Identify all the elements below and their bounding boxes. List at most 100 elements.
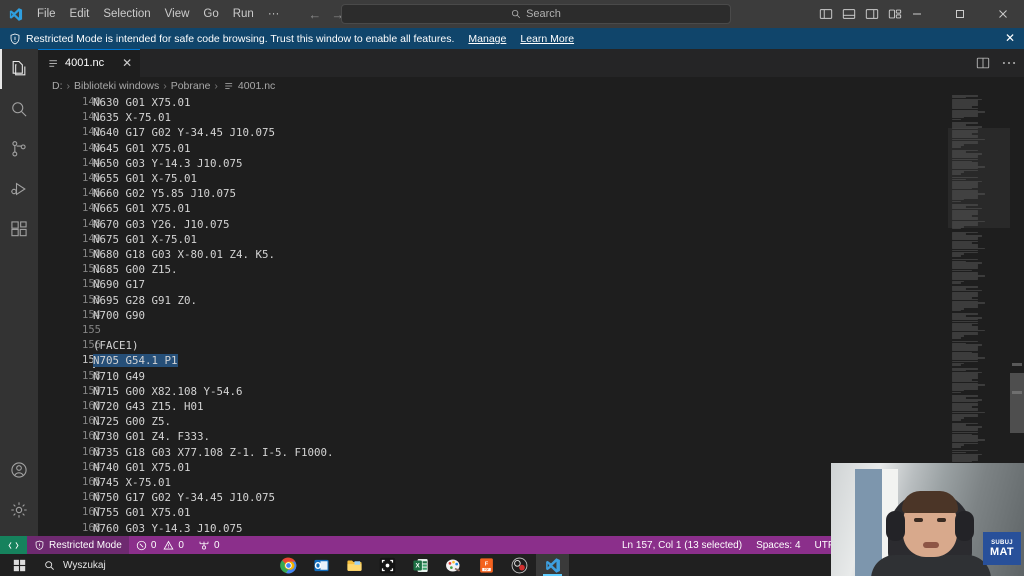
excel-icon[interactable]: X	[404, 554, 437, 576]
code-line[interactable]: 141 N635 X-75.01	[38, 110, 948, 125]
code-line[interactable]: 159 N715 G00 X82.108 Y-54.6	[38, 384, 948, 399]
obs-icon[interactable]	[503, 554, 536, 576]
breadcrumb-item-folder1[interactable]: Biblioteki windows	[74, 80, 159, 92]
code-lines[interactable]: 140 N630 G01 X75.01 141 N635 X-75.01 142 N640…	[38, 95, 948, 536]
vscode-icon[interactable]	[536, 554, 569, 576]
code-line[interactable]: 161 N725 G00 Z5.	[38, 414, 948, 429]
foxit-pdf-icon[interactable]: F PDF	[470, 554, 503, 576]
line-text[interactable]: N635 X-75.01	[93, 110, 171, 125]
maximize-button[interactable]	[938, 0, 981, 28]
line-text[interactable]: N745 X-75.01	[93, 475, 171, 490]
line-text[interactable]: N680 G18 G03 X-80.01 Z4. K5.	[93, 247, 275, 262]
breadcrumb-item-drive[interactable]: D:	[52, 80, 63, 92]
status-problems[interactable]: 0 0	[129, 536, 191, 554]
line-text[interactable]: N740 G01 X75.01	[93, 460, 191, 475]
menu-view[interactable]: View	[158, 0, 197, 28]
sidebar-item-accounts[interactable]	[0, 450, 38, 490]
line-text[interactable]: N750 G17 G02 Y-34.45 J10.075	[93, 490, 275, 505]
banner-close-icon[interactable]: ✕	[1005, 32, 1015, 45]
code-line[interactable]: 146 N660 G02 Y5.85 J10.075	[38, 186, 948, 201]
menu-file[interactable]: File	[30, 0, 63, 28]
code-line[interactable]: 149 N675 G01 X-75.01	[38, 232, 948, 247]
code-line[interactable]: 152 N690 G17	[38, 277, 948, 292]
banner-manage-link[interactable]: Manage	[468, 33, 506, 45]
line-text[interactable]: N705 G54.1 P1	[93, 353, 178, 368]
line-text[interactable]: N675 G01 X-75.01	[93, 232, 197, 247]
status-ports[interactable]: 0	[191, 536, 227, 554]
line-text[interactable]: N700 G90	[93, 308, 145, 323]
menu-go[interactable]: Go	[196, 0, 225, 28]
line-text[interactable]: N720 G43 Z15. H01	[93, 399, 204, 414]
sidebar-item-explorer[interactable]	[0, 49, 38, 89]
line-text[interactable]: N645 G01 X75.01	[93, 141, 191, 156]
line-text[interactable]: N690 G17	[93, 277, 145, 292]
sidebar-item-manage[interactable]	[0, 490, 38, 530]
split-editor-icon[interactable]	[976, 56, 990, 70]
panel-left-icon[interactable]	[819, 7, 833, 21]
sidebar-item-search[interactable]	[0, 89, 38, 129]
line-text[interactable]: N755 G01 X75.01	[93, 505, 191, 520]
line-text[interactable]: N630 G01 X75.01	[93, 95, 191, 110]
breadcrumb-item-folder2[interactable]: Pobrane	[171, 80, 211, 92]
code-line[interactable]: 145 N655 G01 X-75.01	[38, 171, 948, 186]
paint-icon[interactable]	[437, 554, 470, 576]
line-text[interactable]: N670 G03 Y26. J10.075	[93, 217, 230, 232]
code-line[interactable]: 167 N755 G01 X75.01	[38, 505, 948, 520]
code-line[interactable]: 153 N695 G28 G91 Z0.	[38, 293, 948, 308]
code-line[interactable]: 165 N745 X-75.01	[38, 475, 948, 490]
chrome-icon[interactable]	[272, 554, 305, 576]
code-line[interactable]: 160 N720 G43 Z15. H01	[38, 399, 948, 414]
line-text[interactable]: N650 G03 Y-14.3 J10.075	[93, 156, 243, 171]
line-text[interactable]: N685 G00 Z15.	[93, 262, 178, 277]
code-line[interactable]: 157 N705 G54.1 P1	[38, 353, 948, 369]
code-line[interactable]: 164 N740 G01 X75.01	[38, 460, 948, 475]
code-line[interactable]: 151 N685 G00 Z15.	[38, 262, 948, 277]
snipping-tool-icon[interactable]	[371, 554, 404, 576]
status-remote-button[interactable]	[0, 536, 27, 554]
code-line[interactable]: 140 N630 G01 X75.01	[38, 95, 948, 110]
code-line[interactable]: 143 N645 G01 X75.01	[38, 141, 948, 156]
minimize-button[interactable]	[895, 0, 938, 28]
menu-selection[interactable]: Selection	[96, 0, 157, 28]
outlook-icon[interactable]	[305, 554, 338, 576]
status-indentation[interactable]: Spaces: 4	[749, 536, 807, 554]
banner-learn-more-link[interactable]: Learn More	[520, 33, 574, 45]
back-arrow-icon[interactable]: ←	[308, 7, 321, 22]
close-button[interactable]	[981, 0, 1024, 28]
file-explorer-icon[interactable]	[338, 554, 371, 576]
line-text[interactable]: N710 G49	[93, 369, 145, 384]
code-line[interactable]: 155	[38, 323, 948, 338]
scrollbar-thumb[interactable]	[1010, 373, 1024, 433]
sidebar-item-run-and-debug[interactable]	[0, 169, 38, 209]
tab-close-icon[interactable]: ✕	[122, 57, 132, 69]
code-line[interactable]: 158 N710 G49	[38, 369, 948, 384]
taskbar-search[interactable]: Wyszukaj	[38, 554, 254, 576]
code-line[interactable]: 163 N735 G18 G03 X77.108 Z-1. I-5. F1000.	[38, 445, 948, 460]
windows-start-icon[interactable]	[0, 554, 38, 576]
line-text[interactable]: N660 G02 Y5.85 J10.075	[93, 186, 236, 201]
panel-right-icon[interactable]	[865, 7, 879, 21]
tab-4001-nc[interactable]: 4001.nc ✕	[38, 49, 141, 77]
line-text[interactable]: N735 G18 G03 X77.108 Z-1. I-5. F1000.	[93, 445, 334, 460]
more-actions-icon[interactable]	[1002, 61, 1016, 65]
line-text[interactable]: N760 G03 Y-14.3 J10.075	[93, 521, 243, 536]
menu-run[interactable]: Run	[226, 0, 261, 28]
code-line[interactable]: 144 N650 G03 Y-14.3 J10.075	[38, 156, 948, 171]
command-center-search[interactable]: Search	[341, 4, 731, 24]
menu-edit[interactable]: Edit	[63, 0, 97, 28]
status-cursor-position[interactable]: Ln 157, Col 1 (13 selected)	[615, 536, 749, 554]
code-line[interactable]: 162 N730 G01 Z4. F333.	[38, 429, 948, 444]
line-text[interactable]: N665 G01 X75.01	[93, 201, 191, 216]
sidebar-item-extensions[interactable]	[0, 209, 38, 249]
code-line[interactable]: 168 N760 G03 Y-14.3 J10.075	[38, 521, 948, 536]
line-text[interactable]: N655 G01 X-75.01	[93, 171, 197, 186]
line-text[interactable]: N640 G17 G02 Y-34.45 J10.075	[93, 125, 275, 140]
breadcrumb-item-file[interactable]: 4001.nc	[238, 80, 275, 92]
code-line[interactable]: 142 N640 G17 G02 Y-34.45 J10.075	[38, 125, 948, 140]
panel-bottom-icon[interactable]	[842, 7, 856, 21]
line-text[interactable]: N715 G00 X82.108 Y-54.6	[93, 384, 243, 399]
line-text[interactable]: N695 G28 G91 Z0.	[93, 293, 197, 308]
code-line[interactable]: 156 (FACE1)	[38, 338, 948, 353]
code-line[interactable]: 154 N700 G90	[38, 308, 948, 323]
sidebar-item-source-control[interactable]	[0, 129, 38, 169]
